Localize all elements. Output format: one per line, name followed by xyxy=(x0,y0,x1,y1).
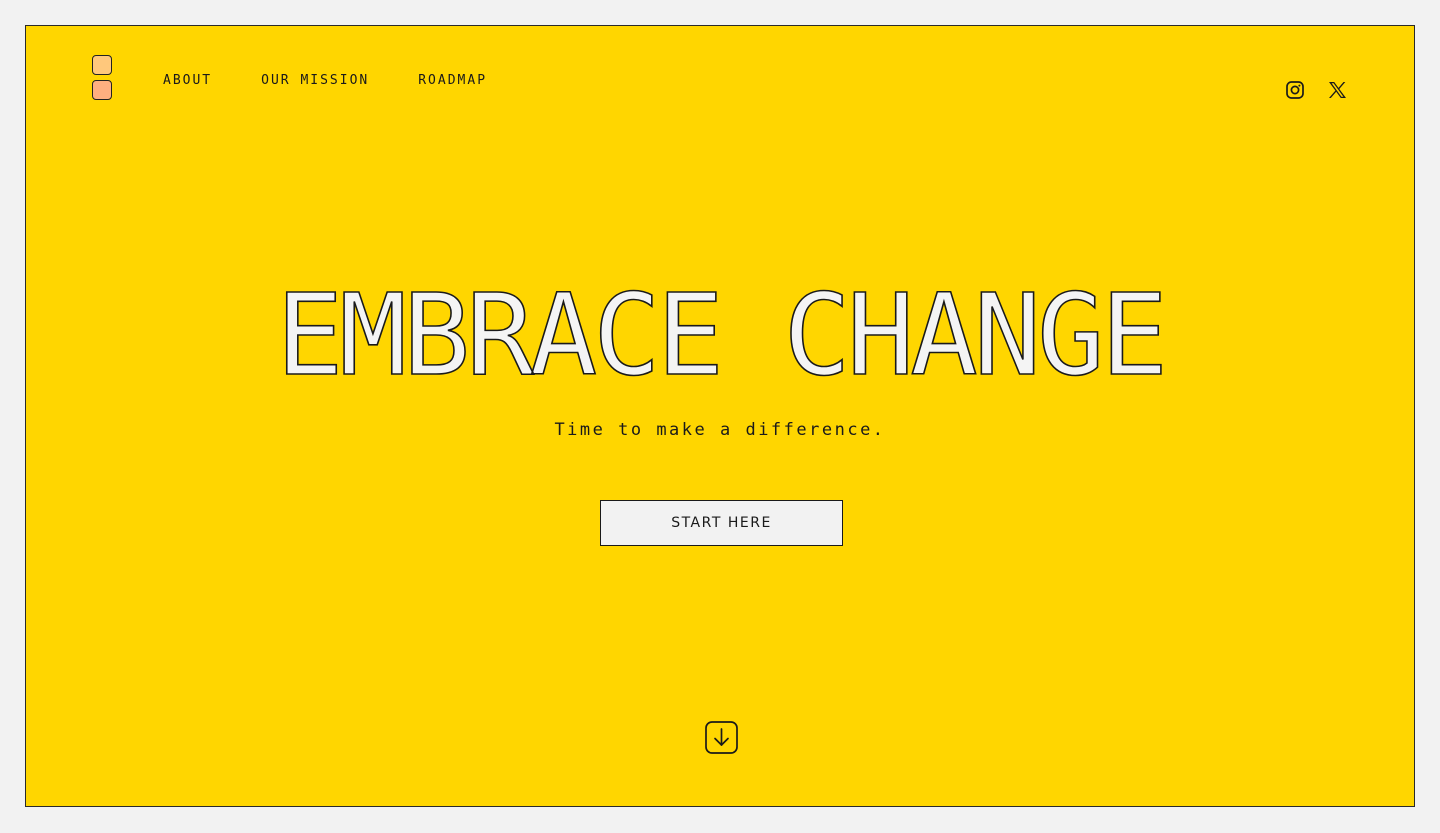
arrow-down-icon[interactable] xyxy=(705,721,738,754)
start-here-button[interactable]: START HERE xyxy=(600,500,843,546)
social-links xyxy=(1284,79,1348,101)
x-icon[interactable] xyxy=(1326,79,1348,101)
hero-headline: EMBRACE CHANGE xyxy=(275,271,1169,401)
hero-subtitle: Time to make a difference. xyxy=(554,420,886,440)
nav-link-our-mission[interactable]: OUR MISSION xyxy=(261,73,369,88)
logo-square-top xyxy=(92,55,112,75)
logo[interactable] xyxy=(92,55,112,101)
main-nav: ABOUT OUR MISSION ROADMAP xyxy=(163,73,487,88)
nav-link-about[interactable]: ABOUT xyxy=(163,73,212,88)
hero-content: EMBRACE CHANGE Time to make a difference… xyxy=(26,271,1414,440)
hero-section: ABOUT OUR MISSION ROADMAP EMBRACE CHANGE… xyxy=(25,25,1415,807)
nav-link-roadmap[interactable]: ROADMAP xyxy=(418,73,487,88)
instagram-icon[interactable] xyxy=(1284,79,1306,101)
logo-square-bottom xyxy=(92,80,112,100)
